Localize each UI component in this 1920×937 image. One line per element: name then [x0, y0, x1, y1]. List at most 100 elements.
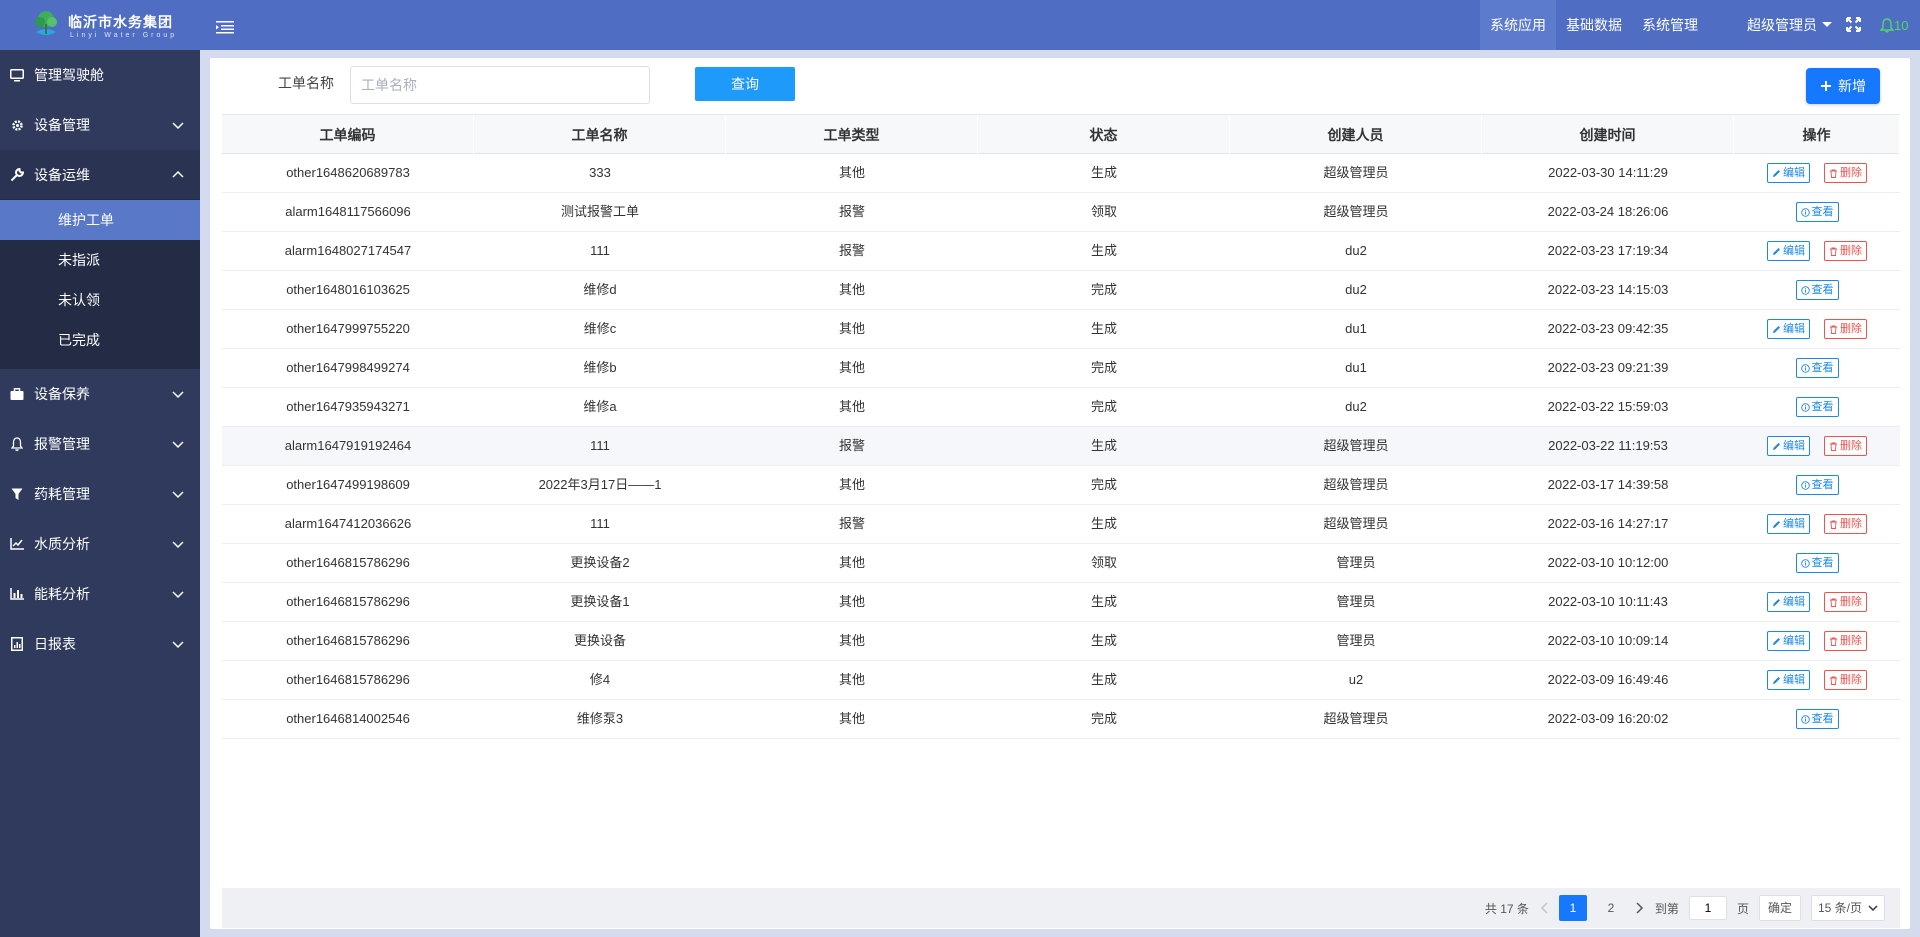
bar-chart-icon [10, 587, 24, 601]
search-input[interactable] [350, 66, 650, 104]
view-button[interactable]: 查看 [1795, 553, 1839, 573]
column-header[interactable]: 工单编码 [222, 115, 474, 155]
table-row[interactable]: other1647999755220 维修c 其他 生成 du1 2022-03-23 0… [222, 310, 1900, 349]
delete-button[interactable]: 删除 [1824, 436, 1867, 456]
table-row[interactable]: other1647935943271 维修a 其他 完成 du2 2022-03-22 1… [222, 388, 1900, 427]
sidebar-item-equipment[interactable]: 设备管理 [0, 100, 200, 150]
table-row[interactable]: other1648016103625 维修d 其他 完成 du2 2022-03-23 1… [222, 271, 1900, 310]
delete-label: 删除 [1840, 245, 1862, 257]
brand-logo[interactable]: 临沂市水务集团 Linyi Water Group [28, 7, 178, 45]
sidebar-item-daily-report[interactable]: 日报表 [0, 619, 200, 669]
page-size-select[interactable]: 15 条/页 [1810, 895, 1885, 921]
table-row[interactable]: other1646815786296 更换设备 其他 生成 管理员 2022-03-10 … [222, 622, 1900, 661]
delete-button[interactable]: 删除 [1824, 241, 1867, 261]
sidebar-item-maintenance[interactable]: 设备运维 [0, 150, 200, 200]
cell-type: 其他 [838, 711, 865, 726]
table-row[interactable]: alarm1648117566096 测试报警工单 报警 领取 超级管理员 2022-03… [222, 193, 1900, 232]
view-button[interactable]: 查看 [1795, 202, 1839, 222]
submenu-item-work-orders[interactable]: 维护工单 [0, 200, 200, 240]
notification-bell[interactable]: 10 [1880, 15, 1908, 35]
table-row[interactable]: alarm1647412036626 111 报警 生成 超级管理员 2022-03-16… [222, 505, 1900, 544]
view-button[interactable]: 查看 [1795, 358, 1839, 378]
view-button[interactable]: 查看 [1795, 709, 1839, 729]
search-label: 工单名称 [278, 75, 334, 91]
goto-page-input[interactable] [1688, 896, 1727, 920]
cell-actions: 编辑 删除 [1734, 661, 1900, 699]
delete-button[interactable]: 删除 [1824, 670, 1867, 690]
cell-name: 111 [590, 243, 610, 258]
column-header[interactable]: 工单类型 [726, 115, 978, 155]
submenu-item-completed[interactable]: 已完成 [0, 320, 200, 360]
delete-button[interactable]: 删除 [1824, 592, 1867, 612]
sidebar-item-water-quality[interactable]: 水质分析 [0, 519, 200, 569]
user-menu[interactable]: 超级管理员 [1747, 0, 1833, 50]
delete-button[interactable]: 删除 [1824, 514, 1867, 534]
table-row[interactable]: alarm1647919192464 111 报警 生成 超级管理员 2022-03-22… [222, 427, 1900, 466]
table-row[interactable]: other1646815786296 修4 其他 生成 u2 2022-03-09 16:… [222, 661, 1900, 700]
menu-collapse-icon[interactable] [216, 20, 234, 34]
cell-creator: 管理员 [1336, 555, 1376, 570]
cell-creator: u2 [1348, 672, 1364, 687]
cell-creator: 超级管理员 [1323, 165, 1389, 180]
column-header[interactable]: 工单名称 [474, 115, 726, 155]
cell-code: other1646815786296 [286, 594, 410, 609]
delete-button[interactable]: 删除 [1824, 319, 1867, 339]
column-header[interactable]: 状态 [978, 115, 1230, 155]
column-header[interactable]: 创建人员 [1230, 115, 1482, 155]
goto-confirm-button[interactable]: 确定 [1758, 895, 1801, 921]
sidebar-item-chemicals[interactable]: 药耗管理 [0, 469, 200, 519]
edit-button[interactable]: 编辑 [1767, 670, 1810, 690]
briefcase-icon [10, 387, 24, 401]
pencil-icon [1772, 325, 1781, 334]
sidebar-item-cockpit[interactable]: 管理驾驶舱 [0, 50, 200, 100]
cell-name: 维修c [583, 321, 617, 336]
cell-creator: 超级管理员 [1323, 711, 1389, 726]
table-row[interactable]: other1647998499274 维修b 其他 完成 du1 2022-03-23 0… [222, 349, 1900, 388]
table-row[interactable]: other1646815786296 更换设备2 其他 领取 管理员 2022-03-10… [222, 544, 1900, 583]
page-number-1[interactable]: 1 [1558, 895, 1587, 921]
topnav-base-data[interactable]: 基础数据 [1556, 0, 1632, 50]
add-button[interactable]: 新增 [1806, 68, 1880, 104]
table-row[interactable]: other1647499198609 2022年3月17日——1 其他 完成 超级管理员… [222, 466, 1900, 505]
column-header[interactable]: 创建时间 [1482, 115, 1734, 155]
cell-status: 生成 [1090, 594, 1117, 609]
edit-button[interactable]: 编辑 [1767, 514, 1810, 534]
pencil-icon [1772, 598, 1781, 607]
topnav-system-apps[interactable]: 系统应用 [1480, 0, 1556, 50]
sidebar-item-upkeep[interactable]: 设备保养 [0, 369, 200, 419]
page-suffix: 页 [1736, 901, 1749, 916]
edit-button[interactable]: 编辑 [1767, 631, 1810, 651]
edit-button[interactable]: 编辑 [1767, 436, 1810, 456]
info-icon [1800, 363, 1810, 373]
view-button[interactable]: 查看 [1795, 397, 1839, 417]
delete-button[interactable]: 删除 [1824, 163, 1867, 183]
fullscreen-icon[interactable] [1846, 17, 1861, 32]
table-row[interactable]: alarm1648027174547 111 报警 生成 du2 2022-03-23 1… [222, 232, 1900, 271]
next-page-button[interactable] [1630, 895, 1650, 921]
table-row[interactable]: other1646815786296 更换设备1 其他 生成 管理员 2022-03-10… [222, 583, 1900, 622]
search-button[interactable]: 查询 [695, 67, 795, 101]
edit-button[interactable]: 编辑 [1767, 241, 1810, 261]
submenu-item-unclaimed[interactable]: 未认领 [0, 280, 200, 320]
submenu-item-unassigned[interactable]: 未指派 [0, 240, 200, 280]
notification-count: 10 [1894, 17, 1909, 33]
column-header: 操作 [1734, 115, 1900, 155]
table-row[interactable]: other1646814002546 维修泵3 其他 完成 超级管理员 2022-03-0… [222, 700, 1900, 739]
prev-page-button[interactable] [1534, 895, 1554, 921]
delete-button[interactable]: 删除 [1824, 631, 1867, 651]
edit-button[interactable]: 编辑 [1767, 592, 1810, 612]
table-row[interactable]: other1648620689783 333 其他 生成 超级管理员 2022-03-30… [222, 154, 1900, 193]
cell-type: 其他 [838, 360, 865, 375]
edit-label: 编辑 [1783, 245, 1805, 257]
sidebar-item-energy[interactable]: 能耗分析 [0, 569, 200, 619]
edit-button[interactable]: 编辑 [1767, 319, 1810, 339]
sidebar-item-alarms[interactable]: 报警管理 [0, 419, 200, 469]
topnav-system-management[interactable]: 系统管理 [1632, 0, 1708, 50]
page-number-2[interactable]: 2 [1597, 895, 1625, 921]
view-button[interactable]: 查看 [1795, 475, 1839, 495]
edit-button[interactable]: 编辑 [1767, 163, 1810, 183]
cell-code: other1647998499274 [286, 360, 410, 375]
pencil-icon [1772, 676, 1781, 685]
view-button[interactable]: 查看 [1795, 280, 1839, 300]
cell-status: 生成 [1090, 438, 1117, 453]
